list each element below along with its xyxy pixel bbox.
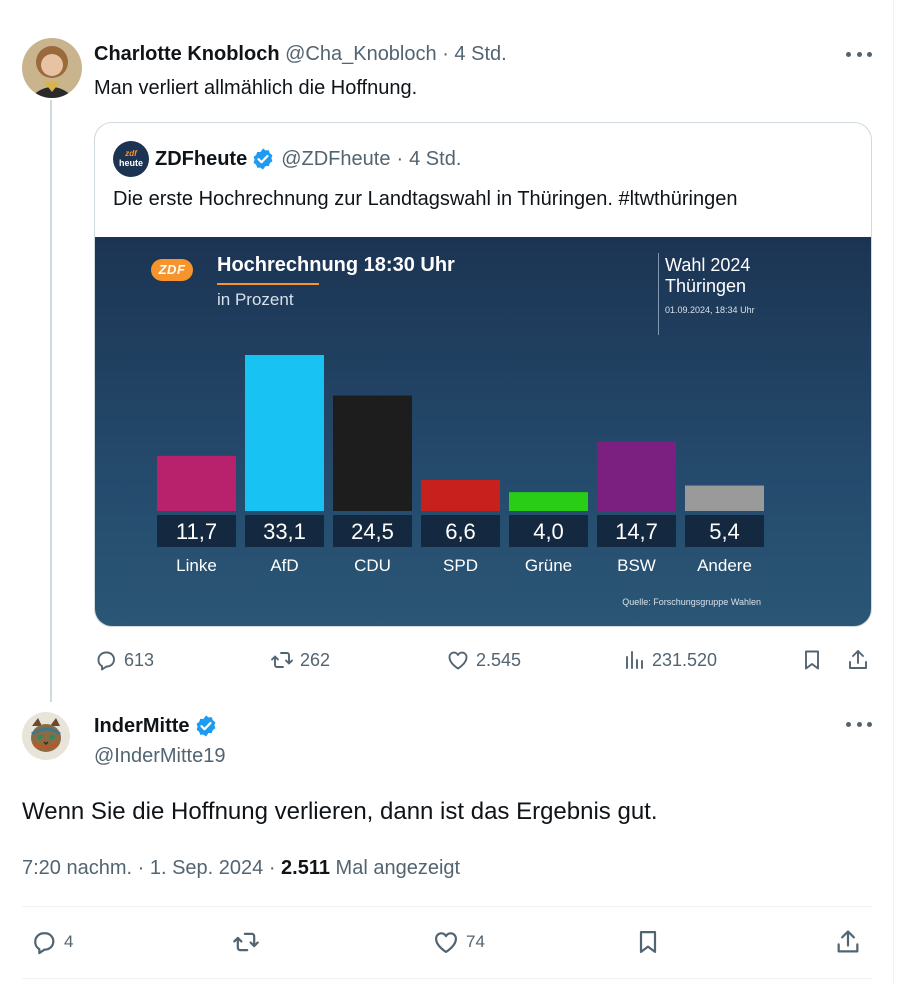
views-count: 231.520: [652, 649, 718, 670]
share-icon: [849, 650, 867, 669]
bar-afd: [245, 355, 324, 511]
bookmark-icon: [805, 650, 819, 670]
divider: [22, 978, 872, 979]
repost-icon: [233, 932, 259, 952]
separator-dot: ·: [442, 43, 449, 65]
more-icon[interactable]: [846, 714, 872, 734]
bar-cdu: [333, 395, 412, 511]
like-icon: [434, 932, 458, 954]
author-name[interactable]: InderMitte: [94, 712, 190, 740]
share-button[interactable]: [846, 648, 870, 672]
share-icon: [837, 930, 859, 953]
heute-logo-text: heute: [118, 158, 143, 168]
value-label: 4,0: [533, 519, 564, 544]
author-name-row: InderMitte: [94, 712, 218, 740]
bookmark-button[interactable]: [634, 928, 662, 956]
bar-andere: [685, 485, 764, 511]
thread-line: [50, 100, 52, 702]
bookmark-button[interactable]: [800, 648, 824, 672]
value-label: 6,6: [445, 519, 476, 544]
category-label: AfD: [270, 556, 298, 575]
quote-author-name[interactable]: ZDFheute: [155, 145, 247, 173]
views-label: Mal angezeigt: [330, 857, 461, 879]
verified-icon: [253, 148, 273, 170]
category-label: CDU: [354, 556, 391, 575]
separator-dot: ·: [396, 148, 404, 170]
more-icon[interactable]: [846, 44, 872, 64]
like-button[interactable]: 74: [432, 928, 485, 956]
like-button[interactable]: 2.545: [446, 648, 521, 672]
value-label: 14,7: [615, 519, 658, 544]
value-label: 33,1: [263, 519, 306, 544]
avatar[interactable]: [22, 38, 82, 98]
category-label: Grüne: [525, 556, 572, 575]
reply-count: 4: [64, 932, 74, 951]
category-label: BSW: [617, 556, 656, 575]
like-count: 74: [466, 932, 485, 951]
bar-chart: 11,7 Linke 33,1 AfD 24,5 CDU 6,6 SPD 4,0 Grüne 14,…: [157, 355, 764, 575]
views-icon: [626, 651, 643, 669]
quote-author-handle[interactable]: @ZDFheute: [281, 145, 390, 173]
tweet-header: Charlotte Knobloch @Cha_Knobloch · 4 Std…: [94, 40, 507, 68]
chart-source: Quelle: Forschungsgruppe Wahlen: [622, 597, 761, 607]
like-count: 2.545: [476, 649, 522, 670]
like-icon: [448, 651, 468, 670]
divider: [22, 906, 872, 907]
author-name[interactable]: Charlotte Knobloch: [94, 43, 280, 65]
quoted-tweet[interactable]: zdf heute ZDFheute @ZDFheute · 4 Std. Di…: [94, 122, 872, 627]
reply-icon: [34, 932, 55, 955]
repost-button[interactable]: [232, 928, 260, 956]
value-label: 11,7: [176, 519, 217, 544]
quote-text: Die erste Hochrechnung zur Landtagswahl …: [113, 188, 738, 210]
repost-icon: [271, 652, 293, 668]
reply-button[interactable]: 4: [30, 928, 73, 956]
column-border: [893, 0, 894, 984]
bar-linke: [157, 455, 236, 511]
zdf-logo-text: zdf: [125, 149, 137, 158]
category-label: SPD: [443, 556, 478, 575]
tweet-timestamp[interactable]: 7:20 nachm. · 1. Sep. 2024 ·: [22, 857, 281, 879]
verified-icon: [196, 715, 215, 737]
share-button[interactable]: [834, 928, 862, 956]
views-button[interactable]: 231.520: [622, 648, 717, 672]
views-count: 2.511: [281, 857, 330, 879]
author-handle[interactable]: @InderMitte19: [94, 742, 225, 770]
tweet-text: Man verliert allmählich die Hoffnung.: [94, 77, 418, 99]
quote-time[interactable]: 4 Std.: [409, 145, 461, 173]
value-label: 24,5: [351, 519, 394, 544]
tweet-time[interactable]: 4 Std.: [454, 43, 506, 65]
tweet-meta: 7:20 nachm. · 1. Sep. 2024 · 2.511 Mal a…: [22, 854, 460, 882]
bookmark-icon: [639, 930, 657, 954]
category-label: Linke: [176, 556, 217, 575]
repost-button[interactable]: 262: [270, 648, 330, 672]
bar-spd: [421, 479, 500, 511]
value-label: 5,4: [709, 519, 740, 544]
avatar[interactable]: [22, 712, 70, 760]
quote-header: ZDFheute @ZDFheute · 4 Std.: [155, 145, 461, 173]
repost-count: 262: [300, 649, 331, 670]
bar-bsw: [597, 441, 676, 511]
reply-button[interactable]: 613: [94, 648, 154, 672]
zdfheute-avatar[interactable]: zdf heute: [113, 141, 149, 177]
category-label: Andere: [697, 556, 752, 575]
tweet-text: Wenn Sie die Hoffnung verlieren, dann is…: [22, 798, 658, 825]
chart-image[interactable]: ZDF Hochrechnung 18:30 Uhr in Prozent Wa…: [95, 237, 871, 626]
author-handle[interactable]: @Cha_Knobloch: [285, 43, 437, 65]
reply-count: 613: [124, 649, 155, 670]
bar-grüne: [509, 492, 588, 511]
reply-icon: [97, 651, 115, 671]
